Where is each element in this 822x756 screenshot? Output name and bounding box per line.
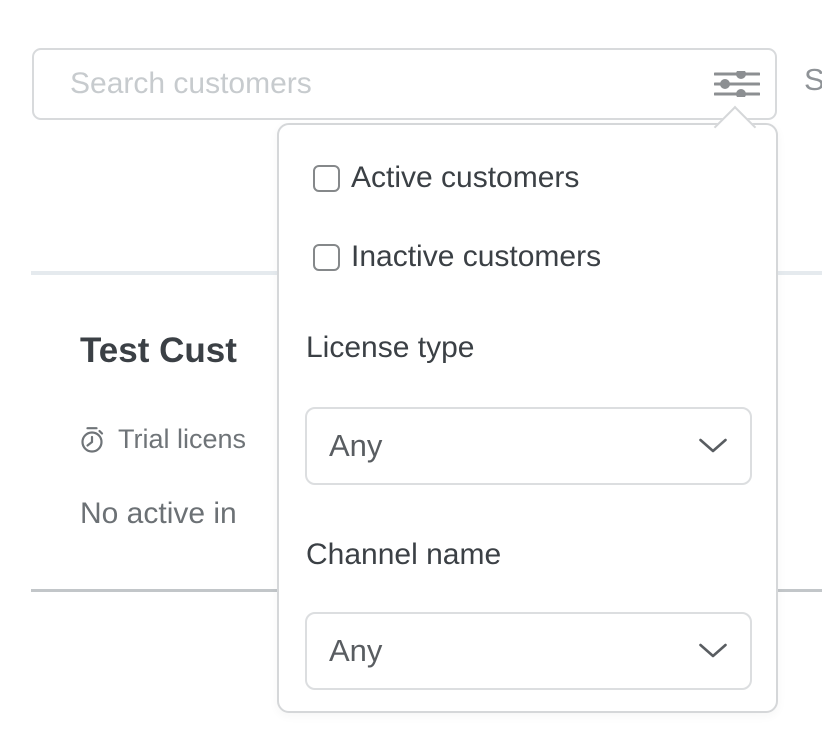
search-box — [32, 48, 777, 120]
timer-icon — [78, 425, 108, 455]
inactive-customers-label: Inactive customers — [351, 240, 601, 274]
customer-license-row: Trial licens — [78, 424, 246, 455]
chevron-down-icon — [698, 643, 728, 659]
filter-popover: Active customers Inactive customers Lice… — [277, 123, 778, 713]
sliders-icon — [714, 71, 760, 97]
filter-button[interactable] — [713, 69, 761, 99]
license-type-select[interactable]: Any — [305, 407, 752, 485]
customer-license-label: Trial licens — [118, 424, 246, 455]
channel-name-label: Channel name — [306, 538, 501, 572]
customer-status-text: No active in — [80, 497, 237, 531]
license-type-selected-value: Any — [307, 428, 698, 464]
filter-option-active-customers[interactable]: Active customers — [313, 161, 579, 195]
customer-title: Test Cust — [80, 331, 237, 371]
active-customers-checkbox[interactable] — [313, 165, 340, 192]
filter-option-inactive-customers[interactable]: Inactive customers — [313, 240, 601, 274]
license-type-label: License type — [306, 331, 474, 365]
chevron-down-icon — [698, 438, 728, 454]
search-input[interactable] — [34, 50, 713, 118]
active-customers-label: Active customers — [351, 161, 579, 195]
inactive-customers-checkbox[interactable] — [313, 244, 340, 271]
clipped-right-label: S — [804, 62, 822, 98]
channel-name-select[interactable]: Any — [305, 612, 752, 690]
channel-name-selected-value: Any — [307, 633, 698, 669]
